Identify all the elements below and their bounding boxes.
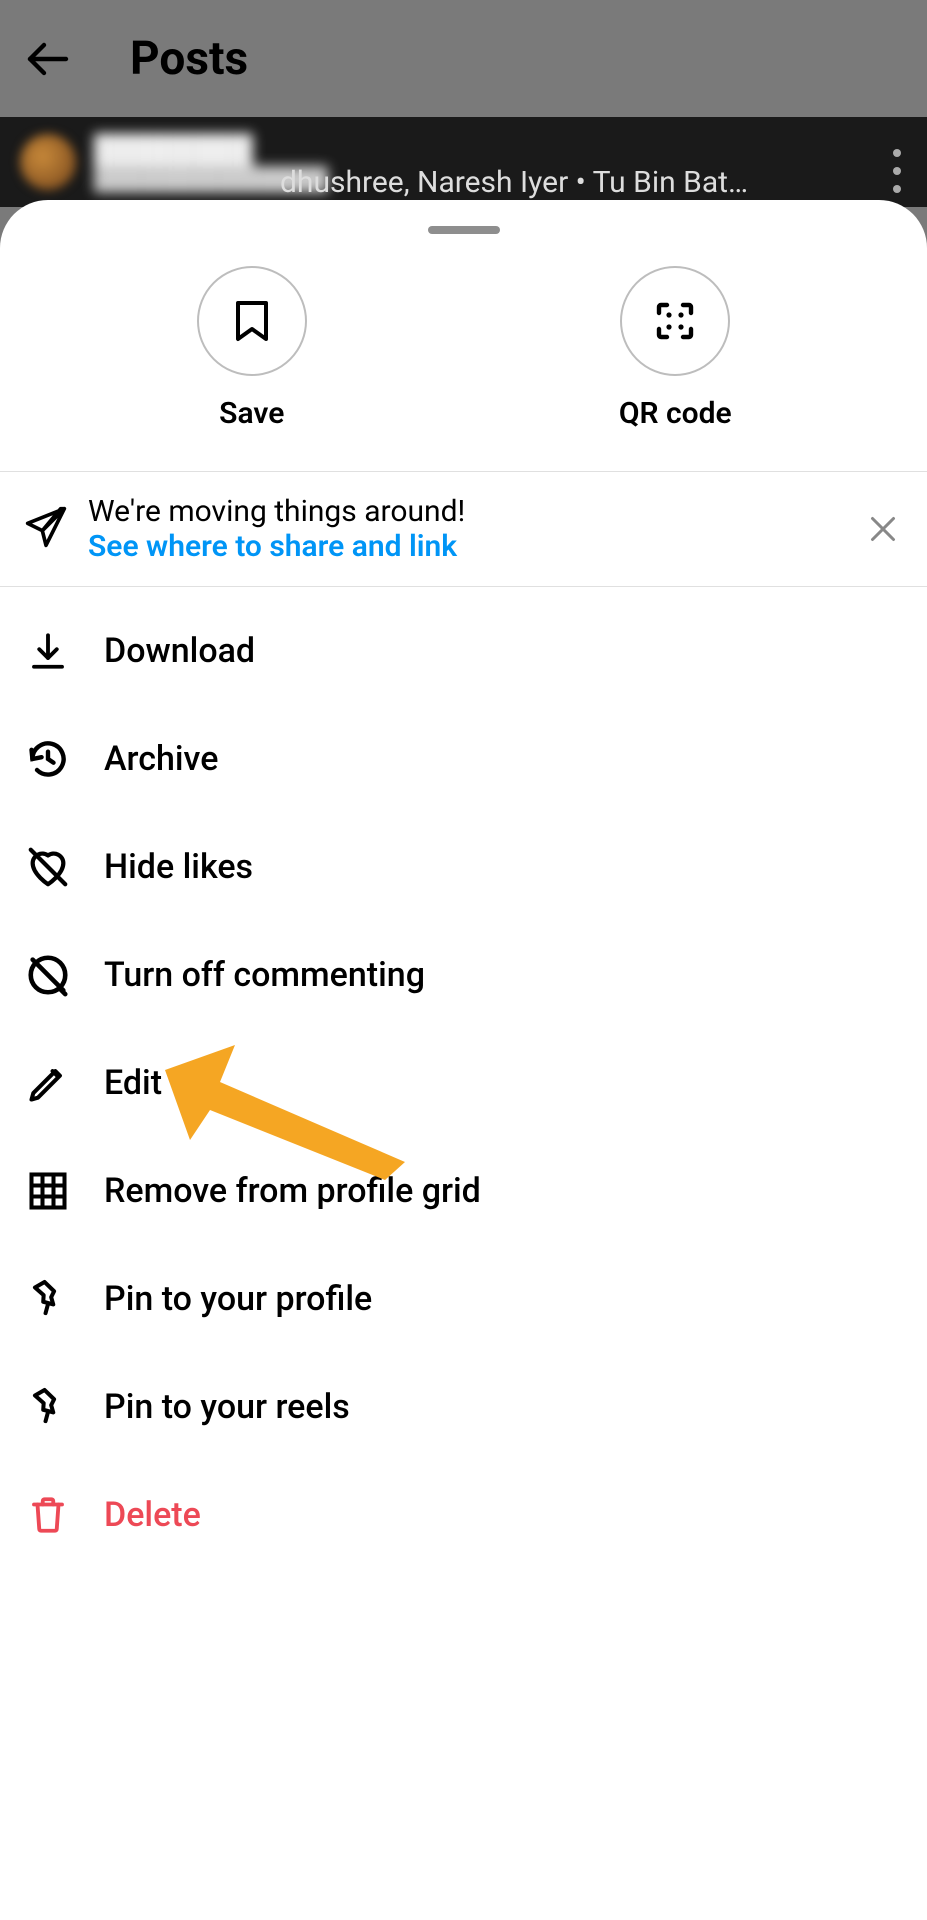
moving-things-notice[interactable]: We're moving things around! See where to…: [0, 471, 927, 587]
menu-edit[interactable]: Edit: [0, 1029, 927, 1137]
back-button[interactable]: [24, 35, 72, 83]
menu-edit-label: Edit: [104, 1063, 162, 1103]
menu-turn-off-commenting[interactable]: Turn off commenting: [0, 921, 927, 1029]
trash-icon: [24, 1491, 72, 1539]
pin-icon: [24, 1383, 72, 1431]
page-title: Posts: [130, 32, 248, 86]
menu-list: Download Archive Hide likes: [0, 587, 927, 1579]
menu-pin-profile-label: Pin to your profile: [104, 1279, 372, 1319]
download-icon: [24, 627, 72, 675]
app-header: Posts: [0, 0, 927, 117]
menu-archive-label: Archive: [104, 739, 218, 779]
menu-delete[interactable]: Delete: [0, 1461, 927, 1569]
menu-download[interactable]: Download: [0, 597, 927, 705]
post-options-sheet: Save QR code We're moving things around!…: [0, 200, 927, 1920]
bookmark-icon: [197, 266, 307, 376]
top-actions: Save QR code: [0, 234, 927, 471]
post-header: ████████ ███████████████ dhushree, Nares…: [0, 117, 927, 207]
menu-download-label: Download: [104, 631, 255, 671]
qr-code-action[interactable]: QR code: [575, 266, 775, 431]
save-action[interactable]: Save: [152, 266, 352, 431]
menu-delete-label: Delete: [104, 1495, 201, 1535]
post-audio-label: dhushree, Naresh Iyer • Tu Bin Bat…: [280, 165, 748, 200]
pin-icon: [24, 1275, 72, 1323]
menu-remove-from-grid[interactable]: Remove from profile grid: [0, 1137, 927, 1245]
menu-hide-likes[interactable]: Hide likes: [0, 813, 927, 921]
menu-turn-off-commenting-label: Turn off commenting: [104, 955, 425, 995]
hide-likes-icon: [24, 843, 72, 891]
pencil-icon: [24, 1059, 72, 1107]
menu-pin-profile[interactable]: Pin to your profile: [0, 1245, 927, 1353]
notice-link[interactable]: See where to share and link: [88, 529, 457, 564]
avatar: [20, 134, 76, 190]
menu-archive[interactable]: Archive: [0, 705, 927, 813]
save-label: Save: [219, 396, 284, 431]
comment-off-icon: [24, 951, 72, 999]
notice-text: We're moving things around! See where to…: [88, 494, 843, 564]
notice-headline: We're moving things around!: [88, 494, 465, 529]
menu-remove-from-grid-label: Remove from profile grid: [104, 1171, 481, 1211]
qr-label: QR code: [619, 396, 732, 431]
close-icon[interactable]: [863, 509, 903, 549]
drag-handle[interactable]: [428, 226, 500, 234]
archive-icon: [24, 735, 72, 783]
qr-code-icon: [620, 266, 730, 376]
grid-icon: [24, 1167, 72, 1215]
menu-hide-likes-label: Hide likes: [104, 847, 253, 887]
menu-pin-reels-label: Pin to your reels: [104, 1387, 350, 1427]
menu-pin-reels[interactable]: Pin to your reels: [0, 1353, 927, 1461]
more-options-icon[interactable]: [893, 149, 901, 193]
paper-plane-icon: [24, 505, 68, 553]
